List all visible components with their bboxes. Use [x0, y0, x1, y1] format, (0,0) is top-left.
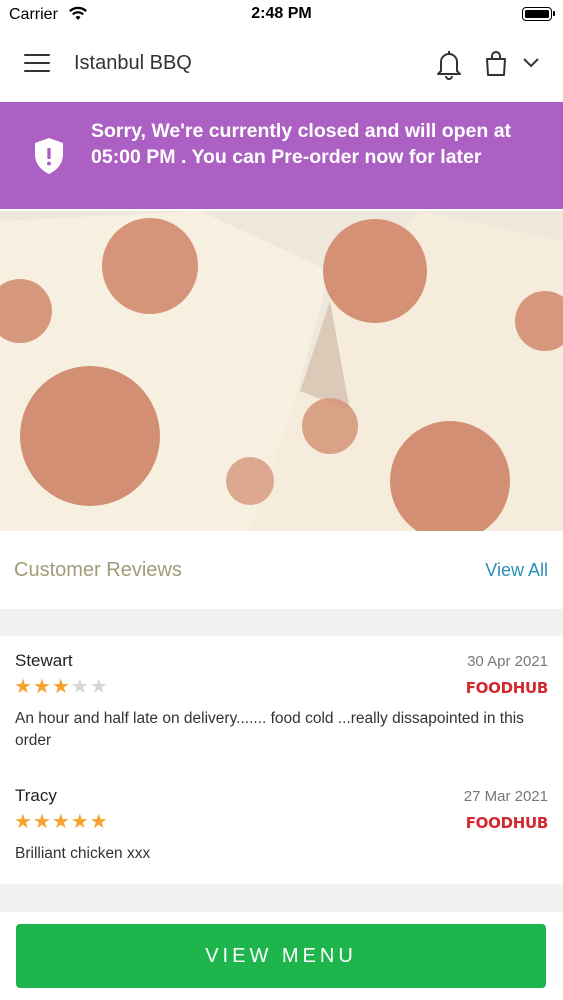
- review-item: Stewart 30 Apr 2021 ★★★★★ FOODHUB An hou…: [0, 651, 563, 756]
- star-filled-icon: ★: [51, 811, 71, 833]
- reviews-header: Customer Reviews View All: [0, 531, 563, 609]
- chevron-down-icon[interactable]: [522, 56, 540, 74]
- star-filled-icon: ★: [14, 676, 33, 698]
- review-date: 27 Mar 2021: [463, 788, 548, 805]
- star-rating: ★★★★★: [14, 810, 109, 834]
- banner-message: Sorry, We're currently closed and will o…: [91, 120, 512, 168]
- review-text: Brilliant chicken xxx: [15, 845, 151, 862]
- foodhub-logo: FOODHUB: [465, 679, 549, 697]
- page-title: Istanbul BBQ: [74, 52, 192, 74]
- star-filled-icon: ★: [51, 676, 71, 698]
- section-divider: [0, 884, 563, 912]
- star-filled-icon: ★: [32, 676, 52, 698]
- battery-icon: [522, 7, 555, 21]
- review-text: An hour and half late on delivery.......…: [15, 710, 524, 749]
- star-filled-icon: ★: [32, 811, 52, 833]
- closed-banner: Sorry, We're currently closed and will o…: [0, 102, 563, 209]
- view-all-link[interactable]: View All: [485, 560, 548, 581]
- reviews-title: Customer Reviews: [14, 559, 182, 581]
- reviewer-name: Tracy: [15, 786, 57, 805]
- menu-icon[interactable]: [24, 54, 50, 76]
- star-empty-icon: ★: [70, 676, 90, 698]
- star-filled-icon: ★: [70, 811, 90, 833]
- section-divider: [0, 609, 563, 636]
- status-bar: Carrier 2:48 PM: [0, 0, 563, 30]
- bag-icon[interactable]: [484, 50, 508, 83]
- shield-alert-icon: [33, 137, 65, 180]
- clock: 2:48 PM: [251, 5, 312, 22]
- view-menu-button[interactable]: VIEW MENU: [16, 924, 546, 988]
- review-date: 30 Apr 2021: [467, 653, 548, 670]
- star-filled-icon: ★: [89, 811, 109, 833]
- star-rating: ★★★★★: [14, 675, 109, 699]
- bell-icon[interactable]: [435, 49, 463, 86]
- review-item: Tracy 27 Mar 2021 ★★★★★ FOODHUB Brillian…: [0, 786, 563, 866]
- star-empty-icon: ★: [89, 676, 109, 698]
- reviewer-name: Stewart: [15, 651, 73, 670]
- hero-image-pizza: [0, 211, 563, 531]
- app-header: Istanbul BBQ: [0, 30, 563, 102]
- foodhub-logo: FOODHUB: [465, 814, 549, 832]
- star-filled-icon: ★: [14, 811, 33, 833]
